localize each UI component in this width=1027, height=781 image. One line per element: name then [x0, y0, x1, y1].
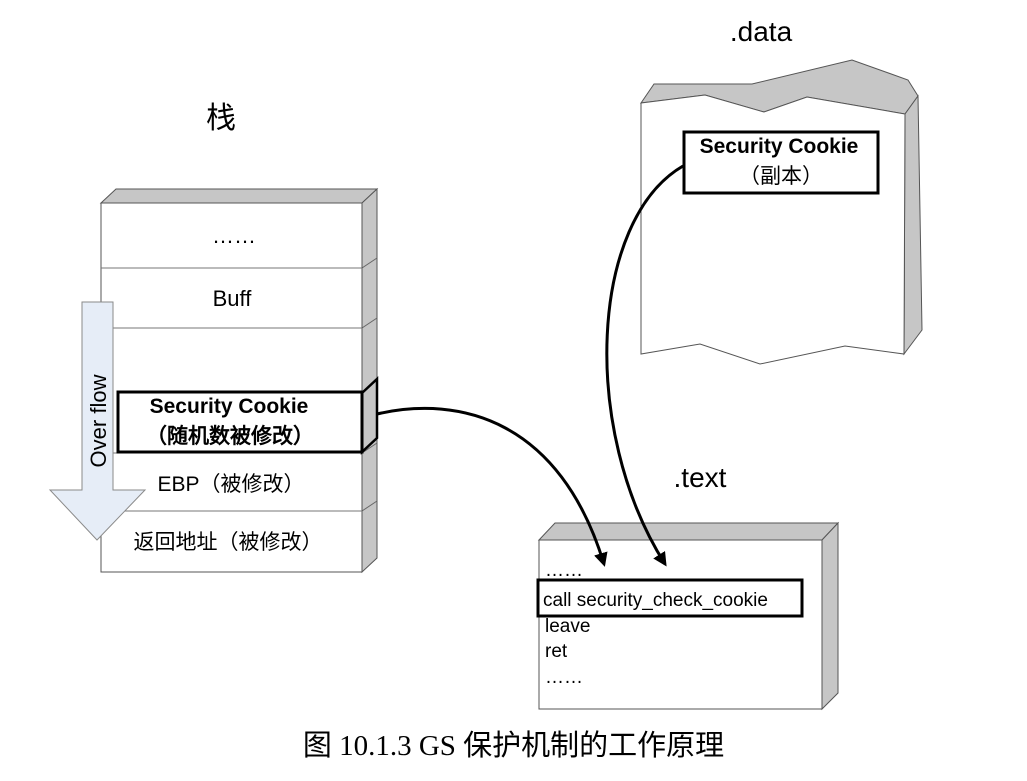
overflow-label: Over flow [86, 374, 111, 467]
text-line-1: call security_check_cookie [543, 590, 768, 611]
stack-title: 栈 [206, 102, 236, 135]
figure-caption: 图 10.1.3 GS 保护机制的工作原理 [302, 730, 725, 762]
text-section-title: .text [674, 462, 727, 493]
stack-cell-ebp: EBP（被修改） [157, 473, 304, 496]
stack-cell-buff: Buff [213, 286, 253, 311]
text-line-4: …… [545, 667, 583, 688]
diagram: 栈 …… Buff Over flow Security Cookie （随机数… [0, 0, 1027, 781]
stack-cookie-note: （随机数被修改） [146, 424, 314, 448]
stack-cell-ellipsis: …… [212, 223, 256, 248]
text-line-3: ret [545, 641, 568, 662]
data-section-title: .data [730, 16, 793, 47]
text-line-2: leave [545, 616, 590, 637]
text-line-0: …… [545, 560, 583, 581]
data-cookie-label: Security Cookie [700, 135, 859, 158]
diagram-canvas: 栈 …… Buff Over flow Security Cookie （随机数… [48, 16, 923, 711]
stack-cookie-label: Security Cookie [150, 395, 309, 418]
data-section-box [639, 59, 923, 365]
stack-cell-return-address: 返回地址（被修改） [134, 531, 323, 554]
data-cookie-note: （副本） [739, 165, 823, 188]
